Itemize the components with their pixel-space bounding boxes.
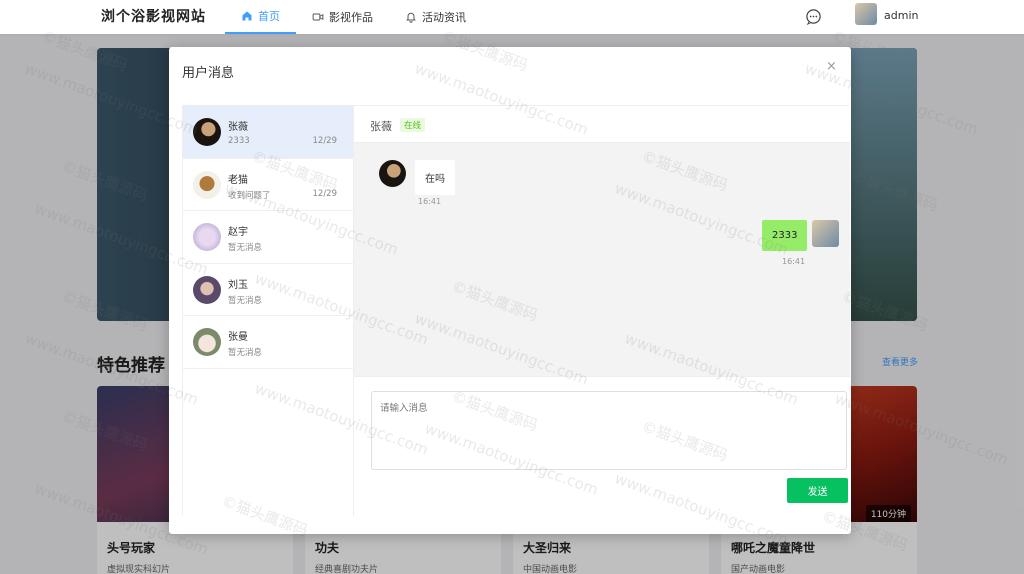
username[interactable]: admin	[884, 9, 918, 22]
message-bubble: 在吗	[415, 160, 455, 195]
contact-date: 12/29	[312, 188, 338, 199]
contact-name: 张曼	[228, 332, 248, 343]
nav-works-label: 影视作品	[329, 11, 373, 24]
top-header: 浏个浴影视网站 首页 影视作品 活动资讯 admin	[0, 0, 1024, 34]
chat-panel: 张薇 在线 在吗 16:41 2333 16:41 发送	[354, 106, 850, 516]
user-avatar[interactable]	[855, 3, 877, 25]
close-icon[interactable]: ×	[826, 59, 837, 74]
message-bubble: 2333	[762, 220, 808, 251]
contact-name: 刘玉	[228, 279, 248, 291]
contact-date: 12/29	[312, 136, 338, 146]
message-avatar	[379, 160, 406, 187]
contact-name: 张薇	[228, 122, 248, 133]
contact-item[interactable]: 刘玉 暂无消息	[183, 264, 353, 316]
contact-item[interactable]: 老猫 收到问题了 12/29	[183, 159, 353, 211]
contact-avatar	[193, 170, 221, 199]
contact-item[interactable]: 赵宇 暂无消息	[183, 211, 353, 264]
send-button[interactable]: 发送	[787, 478, 848, 503]
main-nav: 首页 影视作品 活动资讯	[225, 0, 482, 34]
contact-name: 老猫	[228, 174, 248, 186]
contact-last-message: 暂无消息	[228, 295, 263, 306]
video-icon	[312, 13, 324, 21]
contact-avatar	[193, 118, 221, 146]
nav-news[interactable]: 活动资讯	[389, 0, 482, 34]
site-logo[interactable]: 浏个浴影视网站	[101, 6, 206, 26]
message-time: 16:41	[782, 257, 806, 266]
dialog-title: 用户消息	[182, 66, 235, 81]
messages-dialog: 用户消息 × 张薇 2333 12/29 老猫 收到问题了 12/29 赵宇 暂…	[169, 47, 851, 534]
chat-contact-name: 张薇	[370, 120, 392, 133]
home-icon	[242, 11, 252, 21]
chat-header: 张薇 在线	[354, 106, 850, 143]
message-input-area: 发送	[354, 376, 850, 516]
online-status-badge: 在线	[400, 118, 426, 132]
contact-avatar	[193, 328, 221, 356]
message-input[interactable]	[371, 391, 847, 470]
contact-avatar	[193, 223, 221, 251]
contact-item[interactable]: 张曼 暂无消息	[183, 316, 353, 369]
contact-last-message: 暂无消息	[228, 348, 263, 358]
bell-icon	[406, 12, 416, 23]
message-list: 在吗 16:41 2333 16:41	[354, 143, 850, 376]
message-time: 16:41	[418, 197, 442, 206]
nav-home[interactable]: 首页	[225, 0, 296, 34]
contact-name: 赵宇	[228, 227, 248, 238]
nav-news-label: 活动资讯	[422, 11, 466, 24]
nav-home-label: 首页	[258, 10, 280, 23]
message-avatar	[812, 220, 839, 247]
chat-bubble-icon[interactable]	[805, 8, 822, 25]
contact-avatar	[193, 275, 221, 304]
contact-last-message: 收到问题了	[228, 190, 271, 201]
contact-last-message: 2333	[228, 136, 250, 146]
dialog-body: 张薇 2333 12/29 老猫 收到问题了 12/29 赵宇 暂无消息 刘玉 …	[182, 105, 850, 516]
contact-last-message: 暂无消息	[228, 243, 263, 253]
nav-works[interactable]: 影视作品	[296, 0, 389, 34]
contact-item[interactable]: 张薇 2333 12/29	[183, 106, 353, 159]
contact-list: 张薇 2333 12/29 老猫 收到问题了 12/29 赵宇 暂无消息 刘玉 …	[183, 106, 354, 516]
